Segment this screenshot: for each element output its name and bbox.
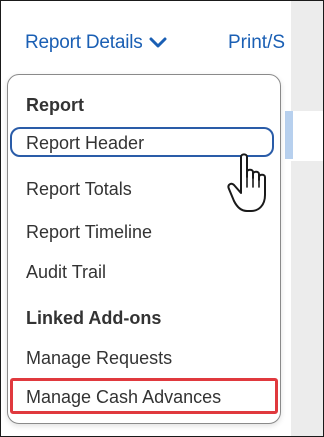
report-toolbar: Report Details Print/S [1,1,323,75]
chevron-down-icon [149,37,167,48]
report-details-label: Report Details [25,32,143,53]
screenshot-frame: Report Details Print/S Report Report Hea… [0,0,324,437]
menu-item-report-header[interactable]: Report Header [26,133,144,154]
print-share-menu-button[interactable]: Print/S [228,32,285,54]
section-header-linked-addons: Linked Add-ons [26,308,162,328]
menu-item-report-timeline[interactable]: Report Timeline [26,222,152,243]
page-content-accent [285,111,293,159]
report-details-menu-button[interactable]: Report Details [25,32,167,54]
report-details-dropdown: Report Report Header Report Totals Repor… [7,74,281,424]
menu-item-manage-cash-advances[interactable]: Manage Cash Advances [26,387,221,408]
menu-item-audit-trail[interactable]: Audit Trail [26,262,106,283]
section-header-report: Report [26,95,84,115]
menu-item-manage-requests[interactable]: Manage Requests [26,348,172,369]
menu-item-report-totals[interactable]: Report Totals [26,179,132,200]
hand-pointer-icon [227,153,266,212]
